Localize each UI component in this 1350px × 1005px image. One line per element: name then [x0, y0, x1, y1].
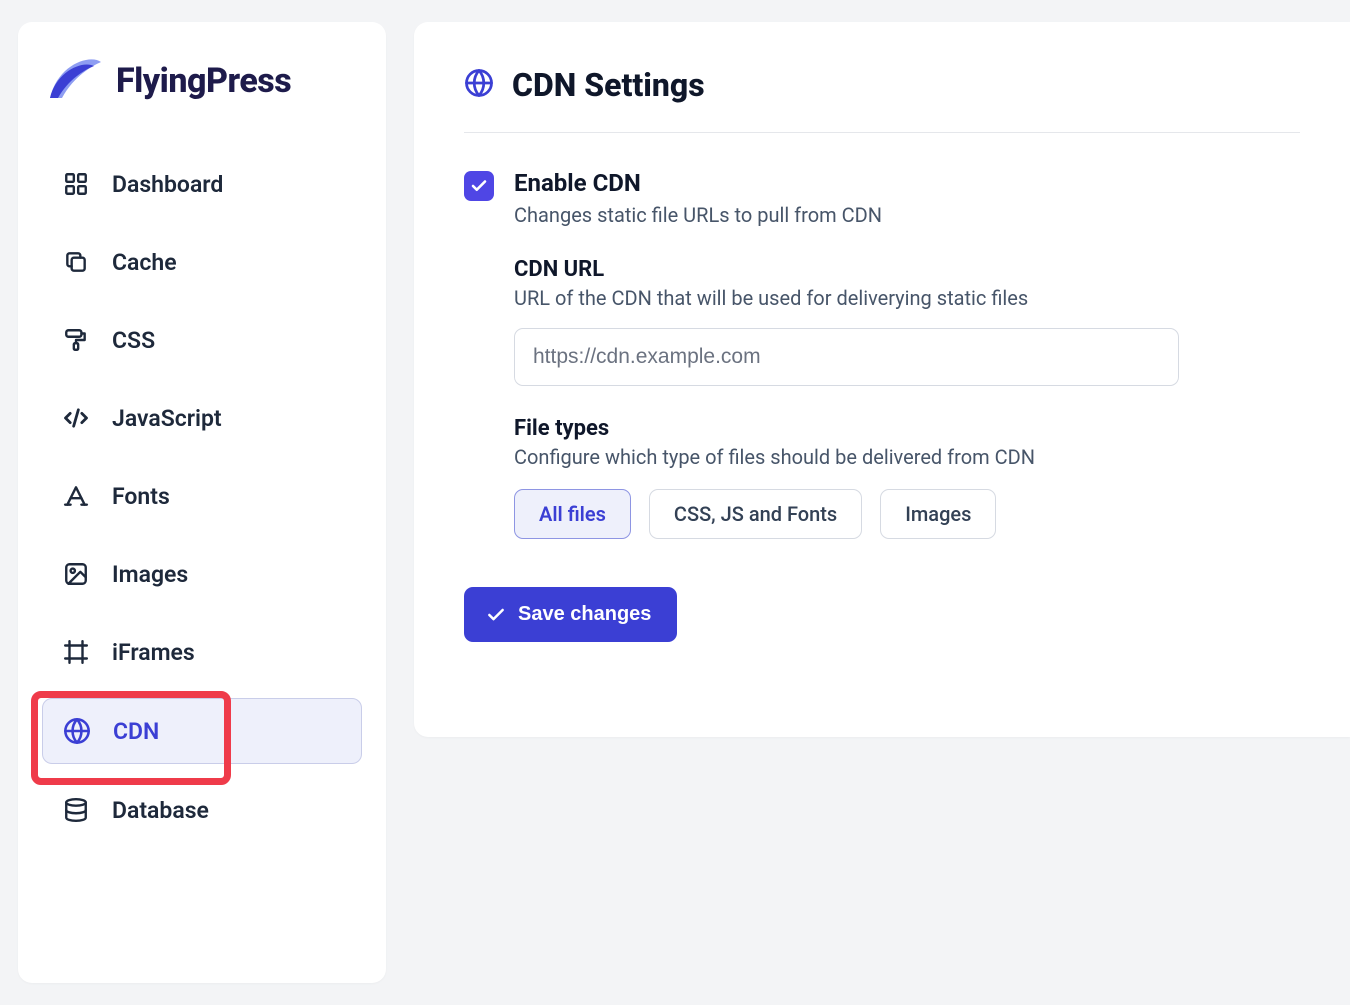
file-types-options: All files CSS, JS and Fonts Images: [514, 489, 1300, 539]
sidebar-item-label: Dashboard: [112, 171, 223, 198]
chip-label: All files: [539, 502, 606, 526]
chip-label: CSS, JS and Fonts: [674, 502, 837, 526]
sidebar-item-label: CDN: [113, 718, 159, 745]
cdn-url-field: CDN URL URL of the CDN that will be used…: [514, 257, 1300, 386]
enable-cdn-row: Enable CDN Changes static file URLs to p…: [464, 169, 1300, 539]
main-panel: CDN Settings Enable CDN Changes static f…: [414, 22, 1350, 737]
globe-icon: [464, 68, 494, 102]
enable-cdn-title: Enable CDN: [514, 169, 1300, 197]
sidebar-item-label: Database: [112, 797, 209, 824]
flyingpress-logo-icon: [48, 58, 102, 104]
check-icon: [470, 177, 488, 195]
brand: FlyingPress: [42, 52, 362, 132]
sidebar-item-iframes[interactable]: iFrames: [42, 620, 362, 684]
database-icon: [62, 796, 90, 824]
globe-icon: [63, 717, 91, 745]
frame-icon: [62, 638, 90, 666]
save-button-label: Save changes: [518, 603, 651, 626]
sidebar-item-label: Cache: [112, 249, 177, 276]
enable-cdn-checkbox[interactable]: [464, 171, 494, 201]
save-button[interactable]: Save changes: [464, 587, 677, 642]
sidebar-item-javascript[interactable]: JavaScript: [42, 386, 362, 450]
page-header: CDN Settings: [464, 66, 1300, 133]
file-type-option-images[interactable]: Images: [880, 489, 996, 539]
sidebar-item-dashboard[interactable]: Dashboard: [42, 152, 362, 216]
enable-cdn-desc: Changes static file URLs to pull from CD…: [514, 203, 1300, 227]
brand-name: FlyingPress: [116, 61, 291, 101]
file-type-option-all[interactable]: All files: [514, 489, 631, 539]
sidebar-item-fonts[interactable]: Fonts: [42, 464, 362, 528]
chip-label: Images: [905, 502, 971, 526]
font-icon: [62, 482, 90, 510]
cdn-url-input[interactable]: [514, 328, 1179, 386]
sidebar-item-label: Fonts: [112, 483, 170, 510]
file-type-option-cssjsfonts[interactable]: CSS, JS and Fonts: [649, 489, 862, 539]
cdn-url-title: CDN URL: [514, 257, 1300, 282]
cdn-url-desc: URL of the CDN that will be used for del…: [514, 286, 1300, 310]
sidebar-item-cdn[interactable]: CDN: [42, 698, 362, 764]
sidebar-item-cache[interactable]: Cache: [42, 230, 362, 294]
grid-icon: [62, 170, 90, 198]
file-types-title: File types: [514, 416, 1300, 441]
sidebar: FlyingPress Dashboard Cache CSS: [18, 22, 386, 983]
image-icon: [62, 560, 90, 588]
code-icon: [62, 404, 90, 432]
sidebar-nav: Dashboard Cache CSS JavaScript: [42, 152, 362, 842]
sidebar-item-label: JavaScript: [112, 405, 222, 432]
sidebar-item-label: Images: [112, 561, 188, 588]
sidebar-item-database[interactable]: Database: [42, 778, 362, 842]
sidebar-item-css[interactable]: CSS: [42, 308, 362, 372]
file-types-field: File types Configure which type of files…: [514, 416, 1300, 539]
sidebar-item-label: iFrames: [112, 639, 195, 666]
copy-icon: [62, 248, 90, 276]
check-icon: [486, 605, 506, 625]
sidebar-item-label: CSS: [112, 327, 155, 354]
file-types-desc: Configure which type of files should be …: [514, 445, 1300, 469]
sidebar-item-images[interactable]: Images: [42, 542, 362, 606]
page-title: CDN Settings: [512, 66, 705, 104]
paint-roller-icon: [62, 326, 90, 354]
